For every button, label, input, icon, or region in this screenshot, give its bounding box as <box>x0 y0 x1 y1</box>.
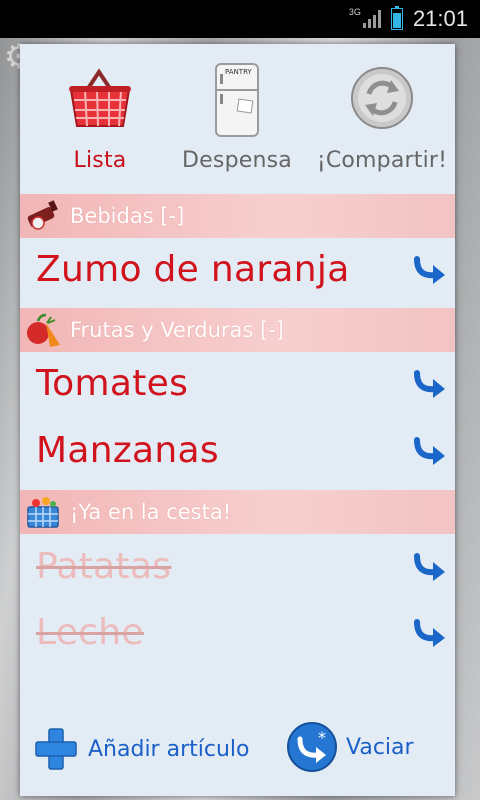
tab-lista-label: Lista <box>73 148 127 173</box>
tab-despensa[interactable]: PANTRY Despensa <box>167 60 307 198</box>
list-item[interactable]: Manzanas <box>20 422 455 484</box>
tab-compartir[interactable]: ¡Compartir! <box>312 60 452 198</box>
top-nav: Lista PANTRY Despensa ¡Compartir! <box>20 60 455 198</box>
move-to-basket-arrow-icon[interactable] <box>411 614 447 650</box>
clock: 21:01 <box>412 6 468 31</box>
category-header-frutas[interactable]: Frutas y Verduras [-] <box>20 308 455 352</box>
clear-list-button[interactable]: * Vaciar <box>286 721 414 773</box>
sync-icon <box>351 67 413 129</box>
network-type: 3G <box>348 7 361 17</box>
fruit-icon <box>27 313 60 347</box>
clear-list-label: Vaciar <box>346 734 414 760</box>
move-to-basket-arrow-icon[interactable] <box>411 251 447 287</box>
tab-despensa-label: Despensa <box>182 148 292 173</box>
shopping-basket-icon <box>69 68 131 127</box>
list-item[interactable]: Patatas <box>20 538 455 600</box>
item-name: Leche <box>36 612 144 653</box>
item-name: Manzanas <box>36 430 219 471</box>
basket-icon <box>27 497 59 528</box>
status-bar: 3G 21:01 <box>0 0 480 38</box>
fridge-label: PANTRY <box>225 68 252 76</box>
move-to-basket-arrow-icon[interactable] <box>411 365 447 401</box>
shopping-list-sheet: Lista PANTRY Despensa ¡Compartir! Bebida… <box>20 44 455 796</box>
item-name: Tomates <box>36 363 189 404</box>
list-item[interactable]: Leche <box>20 604 455 666</box>
svg-text:*: * <box>318 728 326 747</box>
plus-icon <box>35 728 77 770</box>
add-item-label: Añadir artículo <box>88 736 250 762</box>
tab-compartir-label: ¡Compartir! <box>316 148 448 173</box>
category-header-in-basket[interactable]: ¡Ya en la cesta! <box>20 490 455 534</box>
add-item-button[interactable]: Añadir artículo <box>32 725 249 773</box>
item-name: Patatas <box>36 546 172 587</box>
item-name: Zumo de naranja <box>36 249 350 290</box>
list-item[interactable]: Zumo de naranja <box>20 241 455 303</box>
signal-icon <box>362 10 381 28</box>
fridge-icon: PANTRY <box>215 63 259 137</box>
category-header-bebidas[interactable]: Bebidas [-] <box>20 194 455 238</box>
category-label: ¡Ya en la cesta! <box>70 500 232 524</box>
move-to-basket-arrow-icon[interactable] <box>411 548 447 584</box>
tab-lista[interactable]: Lista <box>30 60 170 198</box>
drinks-icon <box>27 200 58 230</box>
category-label: Bebidas [-] <box>70 204 185 228</box>
move-to-basket-arrow-icon[interactable] <box>411 432 447 468</box>
battery-icon <box>390 6 403 30</box>
clear-icon: * <box>287 722 337 772</box>
list-item[interactable]: Tomates <box>20 355 455 417</box>
category-label: Frutas y Verduras [-] <box>70 318 284 342</box>
